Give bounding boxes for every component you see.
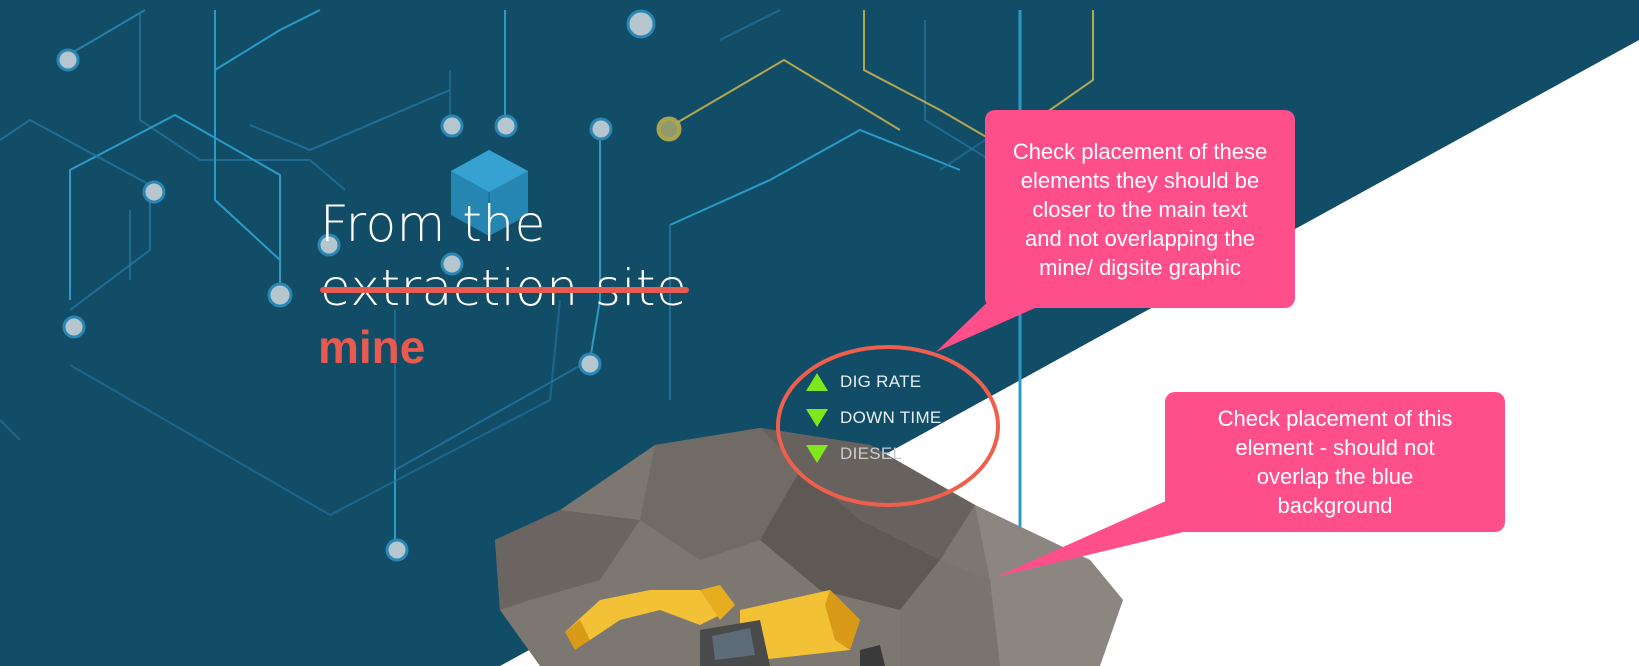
hero-line-3: mine bbox=[318, 321, 426, 373]
hero-line-1: From the bbox=[320, 195, 546, 253]
annotation-callout-mine: Check placement of this element - should… bbox=[1165, 392, 1505, 532]
annotation-text: Check placement of this element - should… bbox=[1217, 406, 1453, 518]
annotation-callout-metrics: Check placement of these elements they s… bbox=[985, 110, 1295, 308]
metric-label: DIG RATE bbox=[840, 372, 922, 391]
metric-list: DIG RATE DOWN TIME DIESEL bbox=[806, 364, 942, 472]
annotation-text: Check placement of these elements they s… bbox=[1012, 138, 1268, 280]
hero-line-2-struck: extraction site bbox=[320, 256, 690, 320]
trend-down-icon bbox=[806, 409, 828, 427]
trend-up-icon bbox=[806, 373, 828, 391]
metric-dig-rate: DIG RATE bbox=[806, 364, 942, 400]
metric-diesel: DIESEL bbox=[806, 436, 942, 472]
trend-down-icon bbox=[806, 445, 828, 463]
metric-label: DIESEL bbox=[840, 444, 903, 463]
metric-label: DOWN TIME bbox=[840, 408, 942, 427]
metric-down-time: DOWN TIME bbox=[806, 400, 942, 436]
background-graphic bbox=[0, 0, 1639, 666]
hero-heading: From the extraction site mine bbox=[318, 192, 690, 374]
slide-canvas: From the extraction site mine DIG RATE D… bbox=[0, 0, 1639, 666]
